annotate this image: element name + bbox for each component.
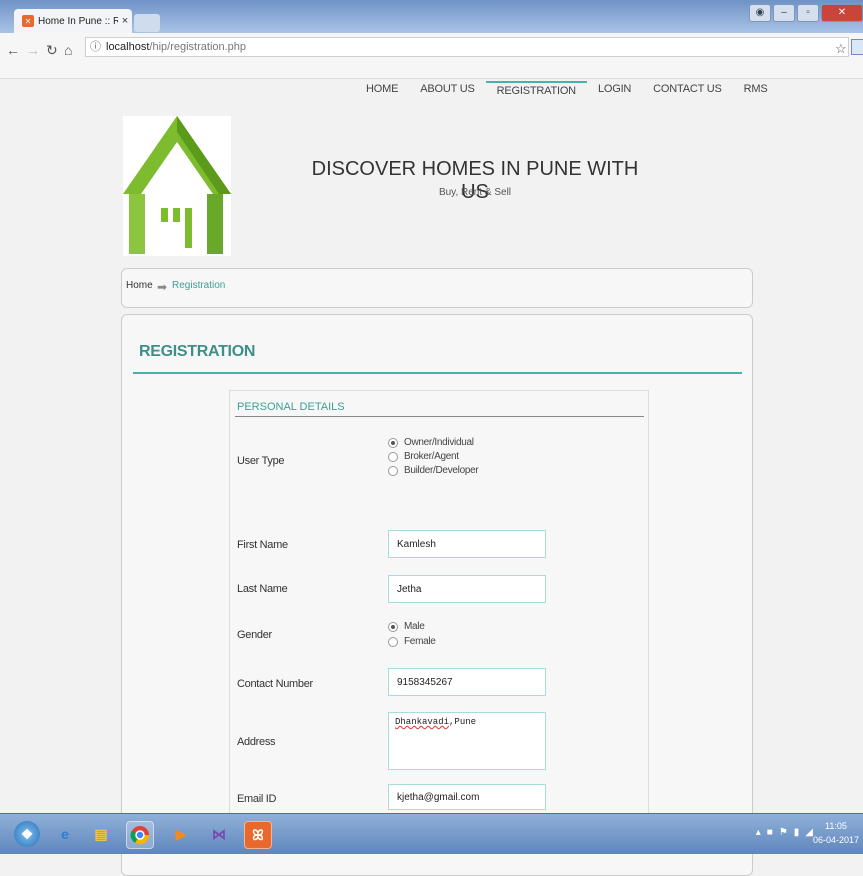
url-bar[interactable]: ⓘ localhost/hip/registration.php: [85, 37, 849, 57]
site-logo[interactable]: [123, 116, 231, 256]
title-divider: [133, 372, 742, 374]
xampp-favicon-icon: ✕: [22, 15, 34, 27]
last-name-label: Last Name: [237, 583, 288, 595]
breadcrumb: Home ➡ Registration: [121, 268, 753, 308]
home-icon[interactable]: ⌂: [64, 42, 72, 58]
first-name-label: First Name: [237, 539, 288, 551]
tray-network-icon[interactable]: ▮: [794, 827, 800, 838]
radio-unchecked-icon: [388, 451, 398, 462]
last-name-input[interactable]: Jetha: [388, 575, 546, 603]
media-player-icon[interactable]: ▶: [168, 821, 194, 847]
radio-female[interactable]: Female: [388, 636, 436, 647]
tab-close-icon[interactable]: ×: [118, 15, 132, 27]
tab-title: Home In Pune :: Registra: [38, 15, 118, 27]
radio-label: Male: [404, 621, 425, 632]
window-controls: ◉ – ▫ ✕: [749, 4, 863, 22]
breadcrumb-current: Registration: [172, 280, 226, 291]
minimize-button[interactable]: –: [773, 4, 795, 22]
address-rest: ,Pune: [449, 717, 477, 727]
tray-flag-icon[interactable]: ⚑: [779, 827, 788, 838]
email-label: Email ID: [237, 793, 277, 805]
clock-time: 11:05: [825, 821, 847, 831]
gender-label: Gender: [237, 629, 272, 641]
nav-login[interactable]: LOGIN: [587, 81, 642, 100]
url-host: localhost: [106, 41, 150, 53]
radio-broker-agent[interactable]: Broker/Agent: [388, 451, 459, 462]
chrome-logo: [130, 826, 150, 845]
house-logo-icon: [123, 116, 231, 254]
arrow-right-icon: ➡: [157, 280, 168, 294]
back-arrow-icon[interactable]: ←: [6, 42, 20, 58]
address-word: Dhankavadi: [395, 717, 450, 727]
page-title: REGISTRATION: [139, 343, 256, 360]
address-label: Address: [237, 736, 276, 748]
extension-icon[interactable]: [851, 39, 863, 55]
forward-arrow-icon[interactable]: →: [26, 42, 40, 58]
radio-label: Female: [404, 636, 436, 647]
nav-contact-us[interactable]: CONTACT US: [642, 81, 733, 100]
radio-owner-individual[interactable]: Owner/Individual: [388, 437, 474, 448]
address-textarea[interactable]: Dhankavadi,Pune: [388, 712, 546, 770]
address-toolbar: ← → ↻ ⌂ ⓘ localhost/hip/registration.php…: [0, 33, 863, 79]
contact-number-input[interactable]: 9158345267: [388, 668, 546, 696]
internet-explorer-icon[interactable]: e: [52, 821, 78, 847]
radio-unchecked-icon: [388, 465, 398, 476]
contact-number-label: Contact Number: [237, 678, 313, 690]
close-window-button[interactable]: ✕: [821, 4, 863, 22]
radio-label: Broker/Agent: [404, 451, 459, 462]
breadcrumb-home[interactable]: Home: [126, 280, 153, 291]
system-tray: ▴ ■ ⚑ ▮ ◢: [756, 827, 813, 838]
xampp-icon[interactable]: ꕤ: [244, 821, 272, 849]
site-tagline: Buy, Rent & Sell: [438, 187, 512, 198]
chrome-icon[interactable]: [126, 821, 154, 849]
radio-label: Builder/Developer: [404, 465, 479, 476]
radio-male[interactable]: Male: [388, 621, 425, 632]
reload-icon[interactable]: ↻: [46, 42, 58, 59]
main-nav: HOME ABOUT US REGISTRATION LOGIN CONTACT…: [355, 81, 779, 100]
browser-tab-strip: ✕ Home In Pune :: Registra × ◉ – ▫ ✕: [0, 0, 863, 33]
browser-tab[interactable]: ✕ Home In Pune :: Registra ×: [14, 9, 132, 33]
tray-xampp-icon[interactable]: ■: [767, 827, 773, 838]
taskbar-clock[interactable]: 11:05 06-04-2017: [813, 819, 859, 847]
start-button-icon[interactable]: ❖: [14, 821, 40, 847]
radio-label: Owner/Individual: [404, 437, 474, 448]
nav-about-us[interactable]: ABOUT US: [409, 81, 485, 100]
user-icon[interactable]: ◉: [749, 4, 771, 22]
file-explorer-icon[interactable]: ▤: [88, 821, 114, 847]
user-type-label: User Type: [237, 455, 285, 467]
visual-studio-icon[interactable]: ⋈: [206, 821, 232, 847]
email-input[interactable]: kjetha@gmail.com: [388, 784, 546, 810]
new-tab-button[interactable]: [134, 14, 160, 32]
first-name-input[interactable]: Kamlesh: [388, 530, 546, 558]
radio-unchecked-icon: [388, 636, 398, 647]
radio-checked-icon: [388, 621, 398, 632]
windows-taskbar: ❖ e ▤ ▶ ⋈ ꕤ ▴ ■ ⚑ ▮ ◢ 11:05 06-04-2017: [0, 813, 863, 854]
nav-home[interactable]: HOME: [355, 81, 409, 100]
tray-chevron-icon[interactable]: ▴: [756, 827, 761, 838]
tray-volume-icon[interactable]: ◢: [805, 827, 813, 838]
nav-registration[interactable]: REGISTRATION: [485, 81, 587, 100]
url-path: /hip/registration.php: [149, 41, 247, 53]
maximize-button[interactable]: ▫: [797, 4, 819, 22]
clock-date: 06-04-2017: [812, 835, 859, 845]
info-icon[interactable]: ⓘ: [90, 38, 101, 56]
nav-rms[interactable]: RMS: [733, 81, 779, 100]
bookmark-star-icon[interactable]: ☆: [835, 41, 847, 57]
radio-builder-developer[interactable]: Builder/Developer: [388, 465, 479, 476]
radio-checked-icon: [388, 437, 398, 448]
section-divider: [235, 416, 644, 417]
section-title: PERSONAL DETAILS: [237, 401, 345, 413]
